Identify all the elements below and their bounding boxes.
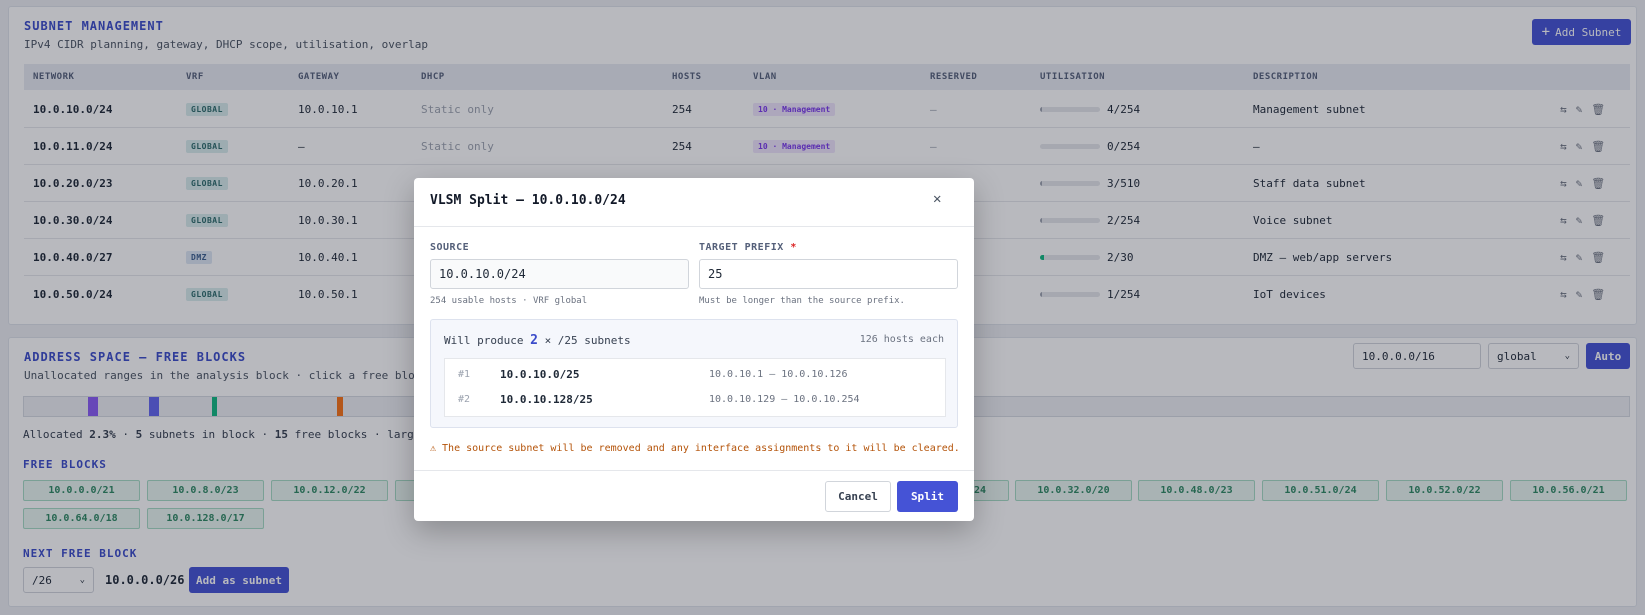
produce-suffix: × /25 subnets	[544, 334, 631, 347]
source-field[interactable]: 10.0.10.0/24	[430, 259, 689, 289]
split-button[interactable]: Split	[897, 481, 958, 512]
source-hint: 254 usable hosts · VRF global	[430, 296, 588, 306]
result-index: #2	[458, 394, 471, 405]
required-marker: *	[790, 242, 797, 253]
result-network: 10.0.10.128/25	[500, 393, 593, 406]
cancel-button[interactable]: Cancel	[825, 481, 891, 512]
list-item: #1 10.0.10.0/25 10.0.10.1 – 10.0.10.126	[445, 363, 945, 388]
divider	[414, 226, 974, 227]
removal-warning: ⚠ The source subnet will be removed and …	[430, 443, 960, 454]
list-item: #2 10.0.10.128/25 10.0.10.129 – 10.0.10.…	[445, 388, 945, 413]
close-icon[interactable]: ✕	[933, 191, 941, 207]
split-result-list: #1 10.0.10.0/25 10.0.10.1 – 10.0.10.126 …	[444, 358, 946, 417]
result-network: 10.0.10.0/25	[500, 368, 580, 381]
result-range: 10.0.10.129 – 10.0.10.254	[709, 394, 860, 405]
produce-summary: Will produce 2 × /25 subnets	[444, 333, 631, 348]
split-preview: Will produce 2 × /25 subnets 126 hosts e…	[430, 319, 958, 428]
vlsm-split-dialog: VLSM Split — 10.0.10.0/24 ✕ SOURCE 10.0.…	[414, 178, 974, 521]
target-prefix-label-wrap: TARGET PREFIX *	[699, 242, 797, 253]
result-range: 10.0.10.1 – 10.0.10.126	[709, 369, 848, 380]
dialog-title: VLSM Split — 10.0.10.0/24	[430, 193, 626, 208]
target-prefix-input[interactable]: 25	[699, 259, 958, 289]
target-prefix-hint: Must be longer than the source prefix.	[699, 296, 905, 306]
divider	[414, 470, 974, 471]
produce-count: 2	[530, 333, 538, 348]
source-label: SOURCE	[430, 242, 470, 253]
result-index: #1	[458, 369, 471, 380]
target-prefix-label: TARGET PREFIX	[699, 242, 784, 253]
produce-prefix: Will produce	[444, 334, 524, 347]
hosts-each: 126 hosts each	[859, 334, 944, 345]
